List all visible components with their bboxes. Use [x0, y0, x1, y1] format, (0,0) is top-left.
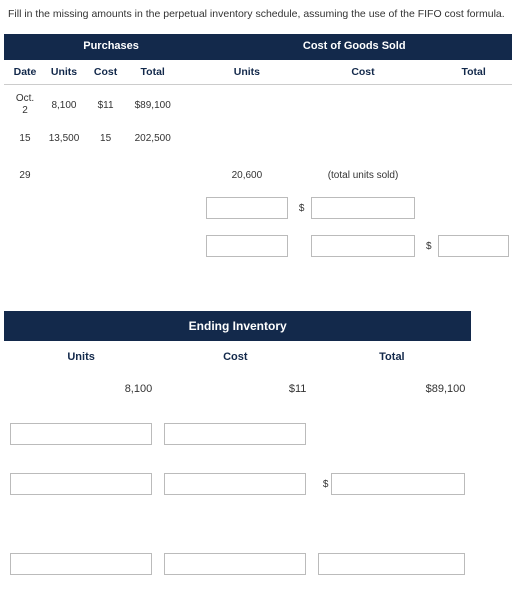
col-p-total: Total — [124, 59, 181, 85]
purchases-cogs-table: Purchases Cost of Goods Sold Date Units … — [4, 34, 512, 265]
table-row: $ — [4, 469, 471, 519]
header-ending-inventory: Ending Inventory — [4, 311, 471, 341]
cogs-units: 20,600 — [203, 162, 291, 189]
ei-cost-input-4[interactable] — [164, 553, 306, 575]
table-row: $ — [4, 227, 512, 265]
ei-cost: $11 — [158, 379, 312, 419]
table-row: 8,100 $11 $89,100 — [4, 379, 471, 419]
col-ei-total: Total — [312, 341, 471, 379]
cogs-cost-input-2[interactable] — [311, 235, 415, 257]
cogs-note: (total units sold) — [308, 162, 418, 189]
table-row — [4, 419, 471, 469]
date-cell: 15 — [4, 125, 41, 152]
p-cost: 15 — [87, 125, 124, 152]
table-row: Oct. 2 8,100 $11 $89,100 — [4, 85, 512, 126]
p-units: 8,100 — [41, 85, 87, 126]
cogs-units-input-2[interactable] — [206, 235, 288, 257]
col-p-cost: Cost — [87, 59, 124, 85]
header-cogs: Cost of Goods Sold — [291, 34, 418, 59]
col-c-units: Units — [203, 59, 291, 85]
col-ei-units: Units — [4, 341, 158, 379]
p-total: 202,500 — [124, 125, 181, 152]
ei-units-input-4[interactable] — [10, 553, 152, 575]
table-row: $ — [4, 189, 512, 227]
col-p-units: Units — [41, 59, 87, 85]
cogs-cost-input-1[interactable] — [311, 197, 415, 219]
ei-units: 8,100 — [4, 379, 158, 419]
ei-units-input-3[interactable] — [10, 473, 152, 495]
cogs-units-input-1[interactable] — [206, 197, 288, 219]
p-total: $89,100 — [124, 85, 181, 126]
table-row: 15 13,500 15 202,500 — [4, 125, 512, 152]
header-purchases: Purchases — [41, 34, 181, 59]
cogs-total-input-2[interactable] — [438, 235, 509, 257]
col-c-total: Total — [435, 59, 512, 85]
dollar-sign: $ — [294, 203, 304, 214]
date-cell: 29 — [4, 162, 41, 189]
ei-cost-input-3[interactable] — [164, 473, 306, 495]
ending-inventory-table: Ending Inventory Units Cost Total 8,100 … — [4, 311, 471, 599]
instructions-text: Fill in the missing amounts in the perpe… — [4, 8, 512, 20]
ei-units-input-2[interactable] — [10, 423, 152, 445]
date-cell: Oct. 2 — [4, 85, 41, 126]
col-date: Date — [4, 59, 41, 85]
table-row — [4, 549, 471, 599]
p-cost: $11 — [87, 85, 124, 126]
col-ei-cost: Cost — [158, 341, 312, 379]
table-row: 29 20,600 (total units sold) — [4, 162, 512, 189]
p-units: 13,500 — [41, 125, 87, 152]
ei-cost-input-2[interactable] — [164, 423, 306, 445]
dollar-sign: $ — [422, 241, 432, 252]
ei-total-input-3[interactable] — [331, 473, 465, 495]
ei-total-input-4[interactable] — [318, 553, 465, 575]
ei-total: $89,100 — [312, 379, 471, 419]
dollar-sign: $ — [318, 479, 328, 490]
col-c-cost: Cost — [308, 59, 418, 85]
